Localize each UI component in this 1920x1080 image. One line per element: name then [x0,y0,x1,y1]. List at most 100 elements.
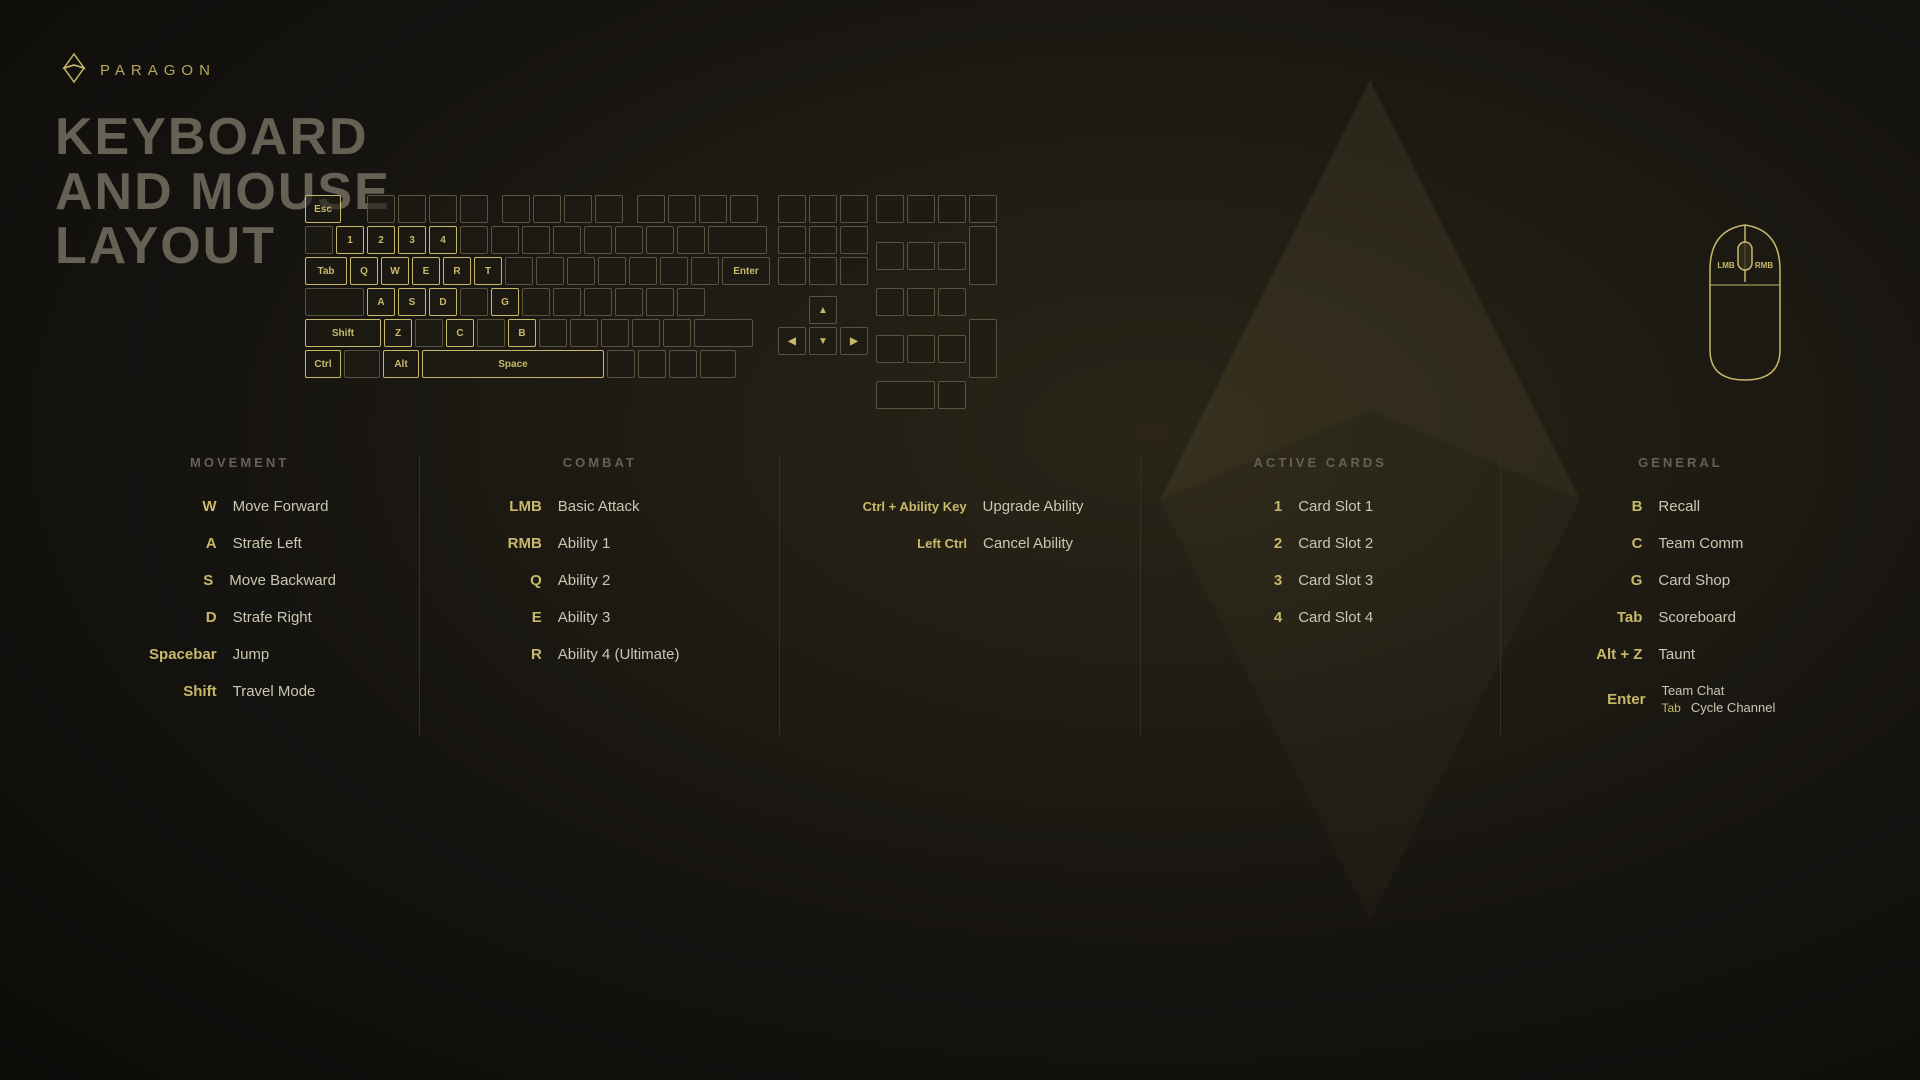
action-strafe-left: Strafe Left [233,535,333,552]
logo-text: PARAGON [100,62,216,79]
key-label-left-ctrl: Left Ctrl [837,536,967,551]
key-home [809,226,837,254]
key-label-4: 4 [1252,609,1282,626]
svg-text:LMB: LMB [1717,261,1735,270]
key-pause [840,195,868,223]
key-numenter [969,319,997,378]
action-card-slot-2: Card Slot 2 [1298,535,1388,552]
key-m [570,319,598,347]
key-f12 [730,195,758,223]
key-num2 [907,335,935,363]
movement-group: MOVEMENT W Move Forward A Strafe Left S … [60,455,419,735]
key-win [344,350,380,378]
key-j [553,288,581,316]
binding-card-slot-2: 2 Card Slot 2 [1161,535,1480,552]
key-f6 [533,195,561,223]
key-nummul [938,195,966,223]
key-num6 [938,288,966,316]
key-right: ▶ [840,327,868,355]
binding-scoreboard: Tab Scoreboard [1521,609,1840,626]
key-label-e: E [492,609,542,626]
key-semicolon [646,288,674,316]
key-down: ▼ [809,327,837,355]
key-f11 [699,195,727,223]
key-f4 [460,195,488,223]
action-card-slot-1: Card Slot 1 [1298,498,1388,515]
key-r: R [443,257,471,285]
key-shift-r [694,319,753,347]
key-menu [669,350,697,378]
action-taunt: Taunt [1658,646,1778,663]
key-shift-l: Shift [305,319,381,347]
svg-text:RMB: RMB [1755,261,1773,270]
binding-travel-mode: Shift Travel Mode [80,683,399,700]
key-z: Z [384,319,412,347]
key-numdot [938,381,966,409]
keyboard-diagram: Esc [305,195,997,409]
binding-strafe-right: D Strafe Right [80,609,399,626]
key-q: Q [350,257,378,285]
binding-move-forward: W Move Forward [80,498,399,515]
key-b: B [508,319,536,347]
key-space: Space [422,350,604,378]
key-rbracket [691,257,719,285]
key-label-ctrl-ability: Ctrl + Ability Key [837,499,967,514]
combat-title: COMBAT [440,455,759,470]
key-8 [553,226,581,254]
key-slash [663,319,691,347]
key-label-3: 3 [1252,572,1282,589]
action-card-shop: Card Shop [1658,572,1778,589]
key-label-b: B [1582,498,1642,515]
action-ability3: Ability 3 [558,609,708,626]
key-label-spacebar: Spacebar [147,646,217,663]
action-recall: Recall [1658,498,1778,515]
key-comma [601,319,629,347]
action-basic-attack: Basic Attack [558,498,708,515]
combat-combo-group: - Ctrl + Ability Key Upgrade Ability Lef… [780,455,1139,735]
action-team-comm: Team Comm [1658,535,1778,552]
key-backspace [708,226,767,254]
binding-card-slot-1: 1 Card Slot 1 [1161,498,1480,515]
action-move-backward: Move Backward [229,572,336,589]
key-w: W [381,257,409,285]
key-alt-l: Alt [383,350,419,378]
key-backtick [305,226,333,254]
key-6 [491,226,519,254]
key-equals [677,226,705,254]
binding-card-slot-3: 3 Card Slot 3 [1161,572,1480,589]
key-label-enter: Enter [1585,691,1645,708]
key-insert [778,226,806,254]
action-strafe-right: Strafe Right [233,609,333,626]
key-num3 [938,335,966,363]
general-title: GENERAL [1521,455,1840,470]
active-cards-title: ACTIVE CARDS [1161,455,1480,470]
key-label-w: W [147,498,217,515]
key-tab: Tab [305,257,347,285]
key-label-a: A [147,535,217,552]
binding-taunt: Alt + Z Taunt [1521,646,1840,663]
bindings-section: MOVEMENT W Move Forward A Strafe Left S … [60,455,1860,735]
key-label-q: Q [492,572,542,589]
action-cancel-ability: Cancel Ability [983,535,1083,552]
binding-ability3: E Ability 3 [440,609,759,626]
key-ctrl-l: Ctrl [305,350,341,378]
binding-move-backward: S Move Backward [80,572,399,589]
key-p [629,257,657,285]
key-0 [615,226,643,254]
key-end [809,257,837,285]
action-card-slot-3: Card Slot 3 [1298,572,1388,589]
key-delete [778,257,806,285]
key-f5 [502,195,530,223]
binding-card-slot-4: 4 Card Slot 4 [1161,609,1480,626]
key-label-s: S [143,572,213,589]
action-move-forward: Move Forward [233,498,333,515]
key-numadd [969,226,997,285]
key-num0 [876,381,935,409]
key-i [567,257,595,285]
key-y [505,257,533,285]
key-5 [460,226,488,254]
key-o [598,257,626,285]
key-num8 [907,242,935,270]
action-travel-mode: Travel Mode [233,683,333,700]
key-2: 2 [367,226,395,254]
